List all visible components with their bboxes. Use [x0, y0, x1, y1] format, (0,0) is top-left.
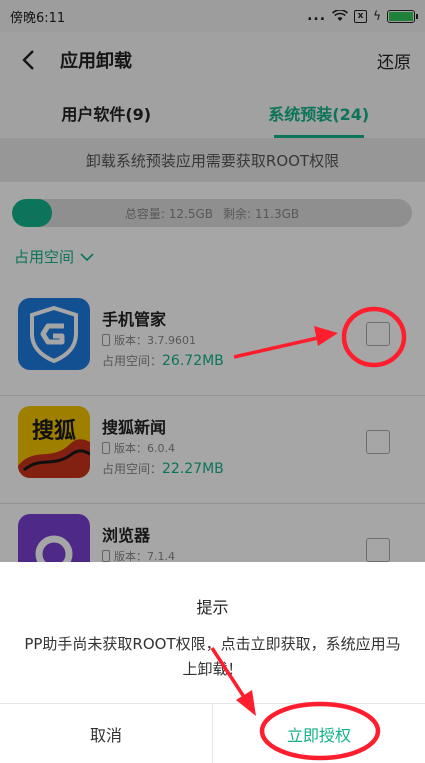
dialog-buttons: 取消 立即授权	[0, 703, 425, 763]
dialog-title: 提示	[196, 598, 229, 617]
cancel-button[interactable]: 取消	[0, 704, 213, 763]
root-permission-dialog: 提示 PP助手尚未获取ROOT权限，点击立即获取，系统应用马上卸载！ 取消 立即…	[0, 562, 425, 763]
authorize-button[interactable]: 立即授权	[213, 704, 425, 763]
dialog-message: PP助手尚未获取ROOT权限，点击立即获取，系统应用马上卸载！	[24, 635, 401, 678]
